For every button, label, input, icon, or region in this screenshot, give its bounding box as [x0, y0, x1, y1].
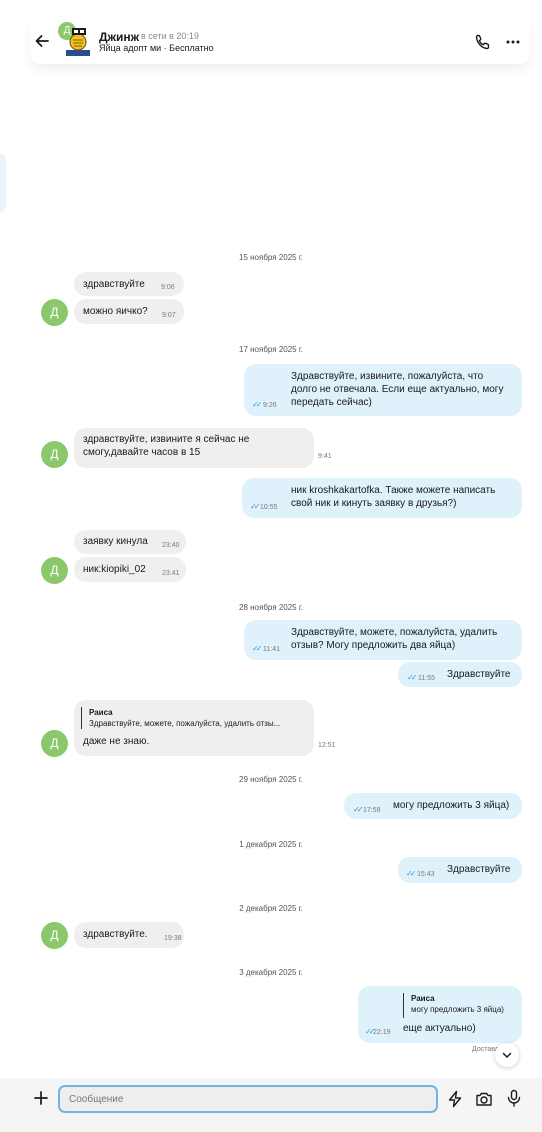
outgoing-message[interactable]: ✓✓ 11:55 Здравствуйте	[398, 662, 522, 687]
message-time: 12:51	[318, 742, 336, 749]
message-line: долго не отвечала. Если еще актуально, м…	[291, 384, 504, 395]
message-line: смогу,давайте часов в 15	[83, 447, 201, 458]
game-logo-icon	[64, 26, 92, 58]
contact-avatar[interactable]: Д	[41, 299, 68, 326]
message-line: отзыв? Могу предложить два яйца)	[291, 640, 456, 651]
message-text: можно яичко?	[83, 306, 148, 317]
message-line: свой ник и кинуть заявку в друзья?)	[291, 498, 457, 509]
message-text: даже не знаю.	[83, 736, 150, 747]
message-time: 15:43	[417, 871, 435, 878]
double-check-icon: ✓✓	[365, 1027, 376, 1036]
date-separator: 28 ноября 2025 г.	[239, 603, 303, 612]
incoming-message[interactable]: ник:kiopiki_02 23:41	[74, 557, 186, 582]
message-time: 23:41	[162, 570, 180, 577]
message-line: Здравствуйте, можете, пожалуйста, удалит…	[291, 627, 498, 638]
last-seen-status: в сети в 20:19	[141, 31, 199, 41]
scroll-down-button[interactable]	[495, 1043, 519, 1067]
date-separator: 3 декабря 2025 г.	[239, 968, 303, 977]
quote-text: Здравствуйте, можете, пожалуйста, удалит…	[89, 719, 281, 728]
double-check-icon: ✓✓	[407, 673, 418, 682]
message-time: 10:55	[260, 504, 278, 511]
double-check-icon: ✓✓	[252, 644, 263, 653]
more-horizontal-icon[interactable]	[504, 33, 522, 51]
message-text: еще актуально)	[403, 1023, 476, 1034]
outgoing-message[interactable]: ✓✓ 17:59 могу предложить 3 яйца)	[344, 793, 522, 819]
outgoing-message[interactable]: ✓✓ 15:43 Здравствуйте	[398, 857, 522, 883]
message-time: 11:41	[263, 646, 280, 653]
outgoing-message[interactable]: ✓✓ 11:41 Здравствуйте, можете, пожалуйст…	[244, 620, 522, 660]
message-line: Здравствуйте, извините, пожалуйста, что	[291, 371, 484, 382]
listing-subtitle[interactable]: Яйца адопт ми · Бесплатно	[99, 43, 214, 53]
camera-icon[interactable]	[475, 1090, 493, 1108]
contact-avatar[interactable]: Д	[41, 441, 68, 468]
message-line: передать сейчас)	[291, 397, 372, 408]
message-time: 9:07	[162, 312, 176, 319]
date-separator: 17 ноября 2025 г.	[239, 345, 303, 354]
date-separator: 2 декабря 2025 г.	[239, 904, 303, 913]
date-separator: 1 декабря 2025 г.	[239, 840, 303, 849]
reply-quote[interactable]: Раиса Здравствуйте, можете, пожалуйста, …	[81, 707, 280, 729]
message-time: 9:06	[161, 284, 175, 291]
incoming-message[interactable]: здравствуйте, извините я сейчас не смогу…	[74, 428, 332, 468]
outgoing-message[interactable]: ✓✓ 9:26 Здравствуйте, извините, пожалуйс…	[244, 364, 522, 416]
message-time: 9:26	[263, 402, 277, 409]
double-check-icon: ✓✓	[406, 869, 417, 878]
message-text: Здравствуйте	[447, 669, 511, 680]
message-text: здравствуйте.	[83, 929, 148, 940]
message-line: ник kroshkakartofka. Также можете написа…	[291, 485, 496, 496]
lightning-icon[interactable]	[446, 1090, 464, 1108]
contact-avatar[interactable]: Д	[41, 922, 68, 949]
message-input[interactable]	[58, 1085, 438, 1113]
message-time: 17:59	[363, 807, 381, 814]
contact-avatar[interactable]: Д	[41, 557, 68, 584]
contact-name[interactable]: Джинж	[99, 30, 139, 44]
date-separator: 15 ноября 2025 г.	[239, 253, 303, 262]
double-check-icon: ✓✓	[252, 400, 263, 409]
message-text: заявку кинула	[83, 536, 148, 547]
message-time: 19:38	[164, 935, 182, 942]
quote-text: могу предложить 3 яйца)	[411, 1005, 504, 1014]
incoming-message[interactable]: здравствуйте. 19:38	[74, 922, 184, 948]
message-time: 9:41	[318, 453, 332, 460]
outgoing-message-reply[interactable]: ✓✓ 22:19 Раиса могу предложить 3 яйца) е…	[358, 986, 522, 1043]
message-text: здравствуйте	[83, 279, 145, 290]
plus-icon[interactable]	[33, 1090, 49, 1106]
message-text: Здравствуйте	[447, 864, 511, 875]
incoming-message[interactable]: здравствуйте 9:06	[74, 272, 184, 296]
incoming-message[interactable]: можно яичко? 9:07	[74, 299, 184, 324]
message-time: 23:40	[162, 542, 180, 549]
side-panel-edge	[0, 154, 6, 212]
incoming-message[interactable]: заявку кинула 23:40	[74, 530, 186, 554]
outgoing-message[interactable]: ✓✓ 10:55 ник kroshkakartofka. Также може…	[242, 478, 522, 518]
incoming-message-reply[interactable]: Раиса Здравствуйте, можете, пожалуйста, …	[74, 700, 336, 756]
phone-icon[interactable]	[474, 33, 492, 51]
message-time: 11:55	[418, 675, 435, 682]
quote-author: Раиса	[411, 994, 435, 1003]
message-text: могу предложить 3 яйца)	[393, 800, 510, 811]
message-line: здравствуйте, извините я сейчас не	[83, 434, 250, 445]
message-time: 22:19	[373, 1029, 391, 1036]
back-arrow-icon[interactable]	[32, 31, 52, 51]
date-separator: 29 ноября 2025 г.	[239, 775, 303, 784]
quote-author: Раиса	[89, 708, 113, 717]
chat-header: Д Джинж в сети в 20:19 Яйца адопт ми · Б…	[0, 0, 542, 84]
reply-quote[interactable]: Раиса могу предложить 3 яйца)	[403, 993, 504, 1018]
contact-avatar[interactable]: Д	[41, 730, 68, 757]
double-check-icon: ✓✓	[250, 502, 261, 511]
message-text: ник:kiopiki_02	[83, 564, 146, 575]
microphone-icon[interactable]	[505, 1089, 523, 1107]
double-check-icon: ✓✓	[353, 805, 364, 814]
chevron-down-icon	[502, 1052, 512, 1058]
